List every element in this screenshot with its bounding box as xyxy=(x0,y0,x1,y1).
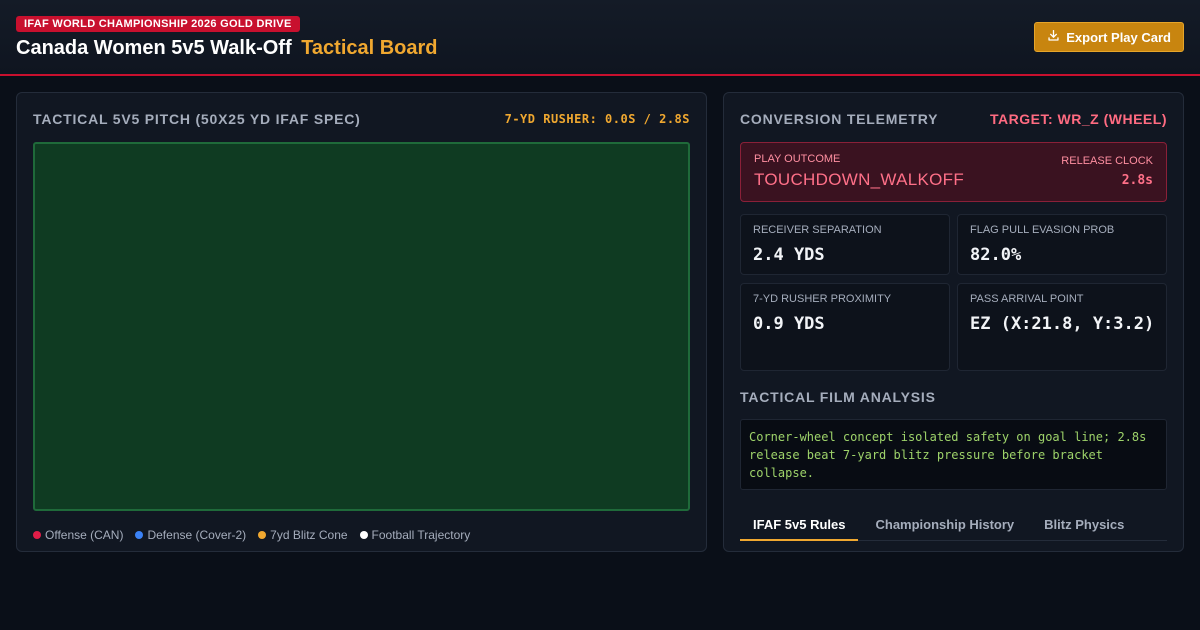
metric-value: EZ (X:21.8, Y:3.2) xyxy=(970,314,1155,334)
film-analysis-title: TACTICAL FILM ANALYSIS xyxy=(740,389,936,405)
pitch-legend: Offense (CAN) Defense (Cover-2) 7yd Blit… xyxy=(33,528,470,542)
championship-badge: IFAF WORLD CHAMPIONSHIP 2026 GOLD DRIVE xyxy=(16,16,300,32)
page-title: Canada Women 5v5 Walk-Off Tactical Board xyxy=(16,37,438,60)
metric-flag-pull-evasion: FLAG PULL EVASION PROB 82.0% xyxy=(957,214,1167,275)
play-outcome-value: TOUCHDOWN_WALKOFF xyxy=(754,170,965,189)
telemetry-panel-title: CONVERSION TELEMETRY xyxy=(740,111,939,127)
metric-label: PASS ARRIVAL POINT xyxy=(970,293,1084,305)
export-button-label: Export Play Card xyxy=(1066,29,1171,45)
metric-value: 82.0% xyxy=(970,245,1022,265)
trajectory-dot-icon xyxy=(359,531,368,539)
tab-championship-history[interactable]: Championship History xyxy=(862,510,1027,541)
telemetry-panel: CONVERSION TELEMETRY TARGET: WR_Z (WHEEL… xyxy=(723,92,1184,552)
legend-label: Defense (Cover-2) xyxy=(147,528,247,542)
pitch-panel: TACTICAL 5V5 PITCH (50X25 YD IFAF SPEC) … xyxy=(16,92,707,552)
legend-item-trajectory: Football Trajectory xyxy=(359,528,471,542)
legend-item-defense: Defense (Cover-2) xyxy=(135,528,246,542)
legend-label: Football Trajectory xyxy=(371,528,471,542)
target-readout: TARGET: WR_Z (WHEEL) xyxy=(990,111,1167,127)
info-tabs: IFAF 5v5 Rules Championship History Blit… xyxy=(740,510,1167,541)
legend-item-offense: Offense (CAN) xyxy=(33,528,123,542)
app-header: IFAF WORLD CHAMPIONSHIP 2026 GOLD DRIVE … xyxy=(0,0,1200,76)
release-clock-value: 2.8s xyxy=(1121,173,1153,188)
legend-label: 7yd Blitz Cone xyxy=(270,528,348,542)
tactical-pitch-canvas[interactable] xyxy=(33,142,690,511)
metric-pass-arrival-point: PASS ARRIVAL POINT EZ (X:21.8, Y:3.2) xyxy=(957,283,1167,371)
metric-value: 2.4 YDS xyxy=(753,245,825,265)
rusher-readout: 7-YD RUSHER: 0.0S / 2.8S xyxy=(504,112,690,126)
release-clock-label: RELEASE CLOCK xyxy=(1061,155,1153,167)
play-outcome-card: PLAY OUTCOME TOUCHDOWN_WALKOFF RELEASE C… xyxy=(740,142,1167,202)
metric-label: RECEIVER SEPARATION xyxy=(753,224,882,236)
download-icon xyxy=(1047,29,1060,45)
blitz-cone-dot-icon xyxy=(258,531,267,539)
tab-blitz-physics[interactable]: Blitz Physics xyxy=(1031,510,1137,541)
film-analysis-text: Corner-wheel concept isolated safety on … xyxy=(740,419,1167,490)
tab-ifaf-rules[interactable]: IFAF 5v5 Rules xyxy=(740,510,859,541)
metric-label: 7-YD RUSHER PROXIMITY xyxy=(753,293,892,305)
offense-dot-icon xyxy=(33,531,41,539)
page-title-accent: Tactical Board xyxy=(301,37,438,59)
page-title-main: Canada Women 5v5 Walk-Off xyxy=(16,37,292,59)
defense-dot-icon xyxy=(135,531,144,539)
play-outcome-label: PLAY OUTCOME xyxy=(754,153,841,165)
pitch-panel-title: TACTICAL 5V5 PITCH (50X25 YD IFAF SPEC) xyxy=(33,111,361,127)
metric-label: FLAG PULL EVASION PROB xyxy=(970,224,1115,236)
metric-receiver-separation: RECEIVER SEPARATION 2.4 YDS xyxy=(740,214,950,275)
legend-label: Offense (CAN) xyxy=(45,528,124,542)
metric-value: 0.9 YDS xyxy=(753,314,825,334)
metric-rusher-proximity: 7-YD RUSHER PROXIMITY 0.9 YDS xyxy=(740,283,950,371)
export-play-card-button[interactable]: Export Play Card xyxy=(1034,22,1184,52)
legend-item-blitz-cone: 7yd Blitz Cone xyxy=(258,528,348,542)
